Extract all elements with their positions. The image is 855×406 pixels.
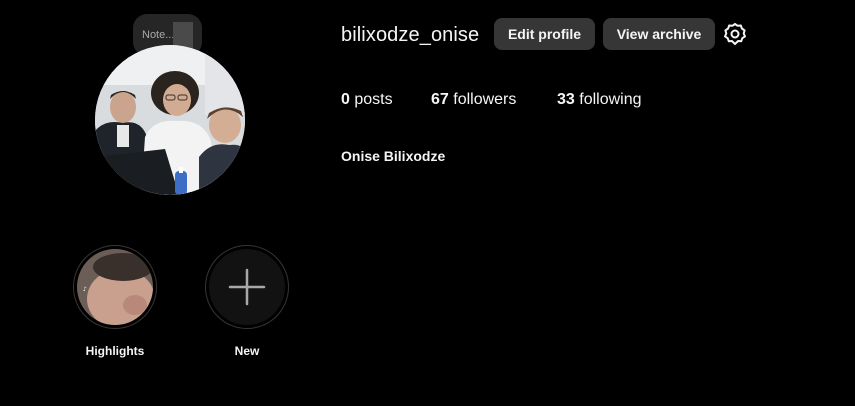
svg-text:♪: ♪ (83, 286, 87, 293)
profile-page: Note... bilixodze_onise Edit profile Vie… (0, 0, 855, 406)
new-highlight-label: New (234, 344, 260, 358)
highlight-ring (205, 245, 289, 329)
profile-photo (95, 45, 245, 195)
highlight-item[interactable]: ♪ Highlights (72, 245, 158, 358)
followers-link[interactable]: 67 followers (431, 91, 516, 109)
gear-icon[interactable] (722, 21, 748, 47)
view-archive-button[interactable]: View archive (603, 18, 715, 50)
new-highlight-button[interactable]: New (204, 245, 290, 358)
note-text: Note... (142, 29, 175, 41)
new-highlight-circle (209, 249, 285, 325)
plus-icon (228, 268, 266, 306)
highlight-ring: ♪ (73, 245, 157, 329)
posts-number: 0 (341, 91, 350, 108)
highlight-cover: ♪ (77, 249, 153, 325)
posts-count: 0 posts (341, 91, 393, 109)
edit-profile-button[interactable]: Edit profile (494, 18, 595, 50)
full-name: Onise Bilixodze (341, 148, 446, 164)
note-thumbnail (173, 22, 193, 48)
highlight-cover-image: ♪ (77, 249, 153, 325)
highlight-label: Highlights (85, 344, 145, 358)
profile-avatar[interactable] (95, 45, 245, 195)
followers-number: 67 (431, 91, 449, 108)
following-link[interactable]: 33 following (557, 91, 642, 109)
followers-label: followers (453, 91, 517, 108)
following-number: 33 (557, 91, 575, 108)
following-label: following (579, 91, 642, 108)
posts-label: posts (354, 91, 393, 108)
username: bilixodze_onise (341, 24, 480, 46)
